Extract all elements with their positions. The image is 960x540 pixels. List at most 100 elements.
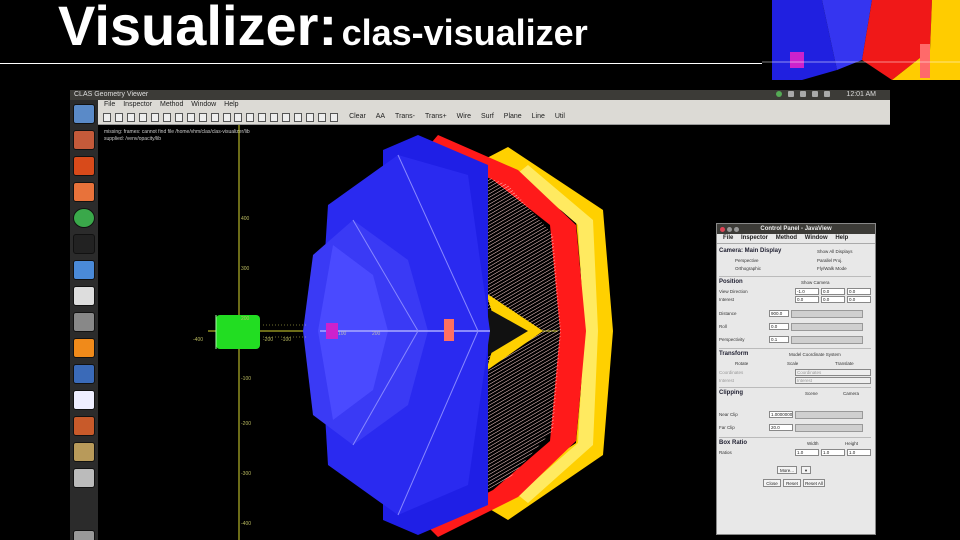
document-icon[interactable] — [73, 390, 95, 410]
drive-icon[interactable] — [73, 468, 95, 488]
menu-help[interactable]: Help — [224, 100, 238, 110]
terminal-icon[interactable] — [73, 234, 95, 254]
interest-y-field[interactable]: 0.0 — [821, 296, 845, 303]
archive-icon[interactable] — [73, 442, 95, 462]
far-clip-slider[interactable] — [795, 424, 863, 432]
control-panel-window[interactable]: Control Panel - JavaView File Inspector … — [716, 223, 876, 535]
wire-button[interactable]: Wire — [457, 110, 471, 124]
more-button[interactable]: More... — [777, 466, 797, 474]
axes-icon[interactable] — [234, 113, 243, 122]
view-direction-y-field[interactable]: 0.0 — [821, 288, 845, 295]
frame-icon[interactable] — [306, 113, 315, 122]
rotate-icon[interactable] — [162, 113, 171, 122]
fit-icon[interactable] — [198, 113, 207, 122]
network-icon[interactable] — [776, 91, 783, 97]
orthographic-radio[interactable]: Orthographic — [735, 266, 761, 271]
box-icon[interactable] — [282, 113, 291, 122]
virtualbox-icon[interactable] — [73, 260, 95, 280]
mail-icon[interactable] — [788, 91, 795, 97]
menu-inspector[interactable]: Inspector — [123, 100, 152, 110]
text-editor-icon[interactable] — [73, 286, 95, 306]
menu-window[interactable]: Window — [191, 100, 216, 110]
volume-icon[interactable] — [824, 91, 830, 97]
cp-menu-help[interactable]: Help — [835, 235, 848, 241]
cp-menu-inspector[interactable]: Inspector — [741, 235, 768, 241]
clear-button[interactable]: Clear — [349, 110, 366, 124]
cp-menu-window[interactable]: Window — [805, 235, 828, 241]
reset-all-button[interactable]: Reset All — [803, 479, 825, 487]
3d-viewport[interactable]: missing: frames: cannot find file /home/… — [98, 125, 890, 540]
util-button[interactable]: Util — [555, 110, 565, 124]
near-clip-slider[interactable] — [795, 411, 863, 419]
camera-radio[interactable]: Camera — [843, 391, 859, 396]
chrome-icon[interactable] — [73, 208, 95, 228]
workspace-switcher-icon[interactable] — [73, 416, 95, 436]
roll-slider[interactable] — [791, 323, 863, 331]
menu-file[interactable]: File — [104, 100, 115, 110]
trans-minus-button[interactable]: Trans- — [395, 110, 415, 124]
close-button[interactable]: Close — [763, 479, 781, 487]
scale-radio[interactable]: Scale — [787, 361, 798, 366]
move-icon[interactable] — [246, 113, 255, 122]
software-center-icon[interactable] — [73, 182, 95, 202]
select-icon[interactable] — [150, 113, 159, 122]
coordinates-field[interactable]: Coordinates — [795, 369, 871, 376]
flip-icon[interactable] — [258, 113, 267, 122]
presentation-icon[interactable] — [73, 364, 95, 384]
trans-plus-button[interactable]: Trans+ — [425, 110, 447, 124]
perspectivity-slider[interactable] — [791, 336, 863, 344]
show-all-displays-checkbox[interactable]: Show All Displays — [817, 249, 853, 254]
bluetooth-icon[interactable] — [800, 91, 807, 97]
camera-icon[interactable] — [210, 113, 219, 122]
surf-button[interactable]: Surf — [481, 110, 494, 124]
distance-field[interactable]: 900.0 — [769, 310, 789, 317]
ratio-x-field[interactable]: 1.0 — [795, 449, 819, 456]
maximize-icon[interactable] — [734, 227, 739, 232]
perspective-radio[interactable]: Perspective — [735, 258, 759, 263]
dash-home-icon[interactable] — [73, 104, 95, 124]
translate-radio[interactable]: Translate — [835, 361, 854, 366]
model-coordinate-checkbox[interactable]: Model Coordinate System — [789, 352, 841, 357]
parallel-proj-checkbox[interactable]: Parallel Proj. — [817, 258, 843, 263]
files-icon[interactable] — [73, 130, 95, 150]
pan-icon[interactable] — [186, 113, 195, 122]
zoom-icon[interactable] — [174, 113, 183, 122]
interest-x-field[interactable]: 0.0 — [795, 296, 819, 303]
pick-icon[interactable] — [222, 113, 231, 122]
line-button[interactable]: Line — [532, 110, 545, 124]
print-icon[interactable] — [138, 113, 147, 122]
save-icon[interactable] — [126, 113, 135, 122]
view-direction-z-field[interactable]: 0.0 — [847, 288, 871, 295]
reset-button[interactable]: Reset — [783, 479, 801, 487]
open-icon[interactable] — [114, 113, 123, 122]
calculator-icon[interactable] — [73, 312, 95, 332]
roll-field[interactable]: 0.0 — [769, 323, 789, 330]
transform-interest-field[interactable]: Interest — [795, 377, 871, 384]
plane-button[interactable]: Plane — [504, 110, 522, 124]
rotate-radio[interactable]: Rotate — [735, 361, 748, 366]
perspectivity-field[interactable]: 0.1 — [769, 336, 789, 343]
cp-menu-method[interactable]: Method — [776, 235, 797, 241]
copy-icon[interactable] — [330, 113, 339, 122]
control-panel-titlebar[interactable]: Control Panel - JavaView — [717, 224, 875, 234]
fly-walk-checkbox[interactable]: Fly/Walk Mode — [817, 266, 847, 271]
ratio-y-field[interactable]: 1.0 — [821, 449, 845, 456]
clock[interactable]: 12:01 AM — [846, 90, 876, 100]
vlc-icon[interactable] — [73, 338, 95, 358]
grid-icon[interactable] — [270, 113, 279, 122]
menu-method[interactable]: Method — [160, 100, 183, 110]
minimize-icon[interactable] — [727, 227, 732, 232]
trash-icon[interactable] — [73, 530, 95, 540]
near-clip-field[interactable]: 1.0000000 — [769, 411, 793, 418]
show-camera-checkbox[interactable]: Show Camera — [801, 280, 830, 285]
distance-slider[interactable] — [791, 310, 863, 318]
new-icon[interactable] — [103, 113, 111, 122]
battery-icon[interactable] — [812, 91, 819, 97]
aa-button[interactable]: AA — [376, 110, 385, 124]
far-clip-field[interactable]: 20.0 — [769, 424, 793, 431]
interest-z-field[interactable]: 0.0 — [847, 296, 871, 303]
close-icon[interactable] — [720, 227, 725, 232]
settings-icon[interactable] — [73, 156, 95, 176]
dropdown-arrow-button[interactable]: ▾ — [801, 466, 811, 474]
ratio-z-field[interactable]: 1.0 — [847, 449, 871, 456]
